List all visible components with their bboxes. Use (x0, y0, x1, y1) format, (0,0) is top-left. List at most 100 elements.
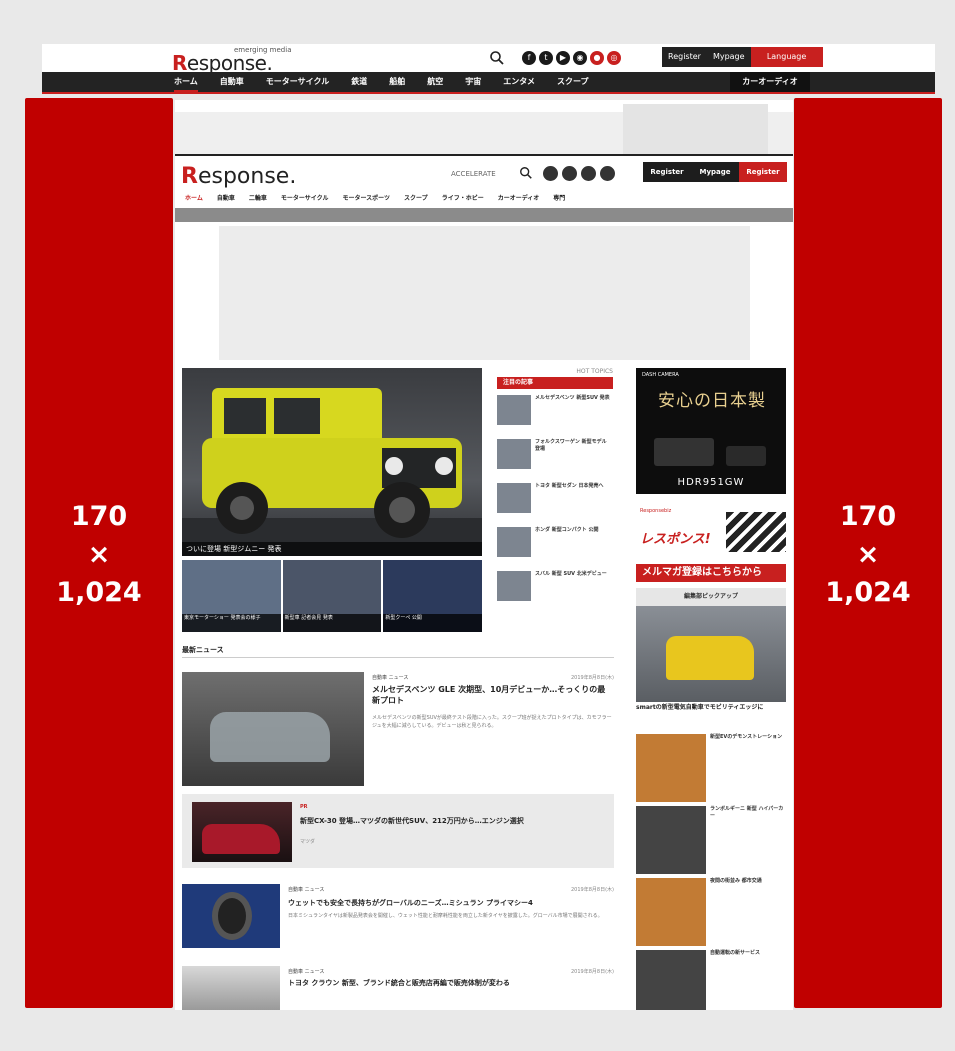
pickup-image[interactable] (636, 606, 786, 702)
inner-nav-item[interactable]: ホーム (185, 192, 203, 206)
response-logo[interactable]: emerging media Response. (172, 46, 292, 75)
inner-mypage-link[interactable]: Mypage (691, 162, 739, 182)
news-article[interactable]: 自動車 ニュース 2019年8月8日(木) ウェットでも安全で長持ちがグローバル… (182, 884, 614, 950)
facebook-icon[interactable]: f (522, 51, 536, 65)
hot-topic-thumb (497, 571, 531, 601)
inner-signup-button[interactable]: Register (739, 162, 787, 182)
facebook-icon[interactable] (543, 166, 558, 181)
sidebar-article[interactable]: 自動運転の新サービス (636, 950, 786, 1010)
inner-register-link[interactable]: Register (643, 162, 691, 182)
news-article[interactable]: 自動車 ニュース 2019年8月8日(木) トヨタ クラウン 新型、ブランド統合… (182, 966, 614, 1010)
inner-logo[interactable]: Response. (181, 164, 296, 189)
hot-topic-text: フォルクスワーゲン 新型モデル 登場 (535, 439, 607, 452)
search-icon[interactable] (489, 50, 505, 66)
article-category: 自動車 ニュース (372, 675, 409, 681)
article-category: 自動車 ニュース (288, 887, 325, 893)
hot-topic-item[interactable]: メルセデスベンツ 新型SUV 発表 (497, 395, 613, 433)
news-article[interactable]: 自動車 ニュース 2019年8月8日(木) メルセデスベンツ GLE 次期型、1… (182, 672, 614, 786)
right-column: DASH CAMERA 安心の日本製 HDR951GW Responsebiz … (636, 368, 786, 1010)
newsletter-signup-button[interactable]: メルマガ登録はこちらから (636, 564, 786, 582)
ad-size-width: 170 (70, 501, 128, 532)
hot-topic-item[interactable]: トヨタ 新型セダン 日本発売へ (497, 483, 613, 521)
hot-topic-item[interactable]: フォルクスワーゲン 新型モデル 登場 (497, 439, 613, 477)
search-icon[interactable] (519, 166, 533, 180)
sidebar-article-text: 夜間の街並み 都市交通 (710, 878, 762, 884)
thumbnail-caption: 東京モーターショー 発表会の様子 (182, 614, 281, 632)
dashcam-image (726, 446, 766, 466)
hot-topics-label: HOT TOPICS (576, 368, 613, 375)
site-header: emerging media Response. f t ▶ ◉ ● ◎ Reg… (42, 44, 935, 75)
inner-account-links: Register Mypage Register (643, 162, 787, 182)
ad-size-times: × (87, 539, 111, 570)
hero-article[interactable]: ついに登場 新型ジムニー 発表 (182, 368, 482, 556)
thumbnail-article[interactable]: 新型車 記者会見 発表 (282, 560, 382, 632)
article-summary: メルセデスベンツの新型SUVが最終テスト段階に入った。スクープ班が捉えたプロトタ… (372, 715, 612, 729)
pr-badge: PR (300, 804, 308, 810)
divider (175, 154, 793, 156)
inner-nav-item[interactable]: モータースポーツ (342, 192, 390, 206)
instagram-icon[interactable]: ◎ (607, 51, 621, 65)
hot-topic-item[interactable]: スバル 新型 SUV 北米デビュー (497, 571, 613, 609)
dashcam-image (654, 438, 714, 466)
nav-item-ship[interactable]: 船舶 (389, 72, 405, 92)
nav-item-motorcycle[interactable]: モーターサイクル (266, 72, 329, 92)
thumbnail-article[interactable]: 東京モーターショー 発表会の様子 (182, 560, 281, 632)
sidebar-article[interactable]: 夜間の街並み 都市交通 (636, 878, 786, 948)
top-right-ad-slot (623, 104, 768, 154)
dashcam-ad-banner[interactable]: DASH CAMERA 安心の日本製 HDR951GW (636, 368, 786, 494)
nav-item-scoop[interactable]: スクープ (557, 72, 589, 92)
responsebiz-banner[interactable]: Responsebiz レスポンス! (636, 506, 786, 558)
inner-nav-item[interactable]: ライフ・ホビー (442, 192, 484, 206)
tire-image (212, 892, 252, 940)
language-button[interactable]: Language (750, 47, 823, 67)
account-links: Register Mypage Language (662, 47, 823, 67)
social-links: f t ▶ ◉ ● ◎ (522, 51, 621, 65)
inner-subnav-bar (175, 208, 793, 222)
inner-nav-item[interactable]: スクープ (404, 192, 428, 206)
hot-topic-item[interactable]: ホンダ 新型コンパクト 公開 (497, 527, 613, 565)
nav-item-railway[interactable]: 鉄道 (351, 72, 367, 92)
nav-item-aviation[interactable]: 航空 (427, 72, 443, 92)
register-link[interactable]: Register (662, 47, 707, 67)
article-headline: メルセデスベンツ GLE 次期型、10月デビューか…そっくりの最新プロト (372, 685, 606, 705)
youtube-icon[interactable]: ▶ (556, 51, 570, 65)
sidebar-article[interactable]: 新型EVのデモンストレーション (636, 734, 786, 804)
inner-header-text: ACCELERATE (451, 170, 496, 178)
twitter-icon[interactable] (562, 166, 577, 181)
nav-item-entertainment[interactable]: エンタメ (503, 72, 535, 92)
ad-size-times: × (856, 539, 880, 570)
sponsored-article[interactable]: PR 新型CX-30 登場…マツダの新世代SUV、212万円から…エンジン選択 … (182, 794, 614, 868)
rss-icon[interactable] (600, 166, 615, 181)
inner-nav-item[interactable]: 自動車 (217, 192, 235, 206)
thumbnail-article[interactable]: 新型クーペ 公開 (383, 560, 483, 632)
banner-title: 安心の日本製 (658, 391, 766, 411)
twitter-icon[interactable]: t (539, 51, 553, 65)
car-image (210, 712, 330, 762)
youtube-icon[interactable] (581, 166, 596, 181)
inner-nav-item[interactable]: カーオーディオ (498, 192, 540, 206)
mypage-link[interactable]: Mypage (706, 47, 751, 67)
banner-small-text: DASH CAMERA (642, 372, 679, 378)
car-image (202, 824, 280, 854)
inner-nav-item[interactable]: 専門 (553, 192, 565, 206)
article-source: マツダ (300, 839, 316, 845)
rss-icon[interactable]: ◉ (573, 51, 587, 65)
sidebar-article[interactable]: ランボルギーニ 新型 ハイパーカー (636, 806, 786, 876)
latest-news-title[interactable]: 最新ニュース (182, 642, 614, 658)
banner-small-text: Responsebiz (640, 508, 672, 514)
ad-size-height: 1,024 (825, 577, 911, 608)
nav-item-home[interactable]: ホーム (174, 72, 198, 92)
nav-item-automobile[interactable]: 自動車 (220, 72, 244, 92)
hot-topic-thumb (497, 439, 531, 469)
line-icon[interactable]: ● (590, 51, 604, 65)
right-ad-placeholder[interactable]: 170 × 1,024 (794, 98, 942, 1008)
pickup-caption[interactable]: smartの新型電気自動車でモビリティエッジに (636, 704, 786, 732)
inner-nav-item[interactable]: 二輪車 (249, 192, 267, 206)
sidebar-article-text: 新型EVのデモンストレーション (710, 734, 783, 740)
nav-item-car-audio[interactable]: カーオーディオ (730, 72, 810, 92)
inner-nav-item[interactable]: モーターサイクル (281, 192, 329, 206)
article-category: 自動車 ニュース (288, 969, 325, 975)
nav-item-space[interactable]: 宇宙 (465, 72, 481, 92)
hot-topic-text: トヨタ 新型セダン 日本発売へ (535, 483, 604, 489)
left-ad-placeholder[interactable]: 170 × 1,024 (25, 98, 173, 1008)
